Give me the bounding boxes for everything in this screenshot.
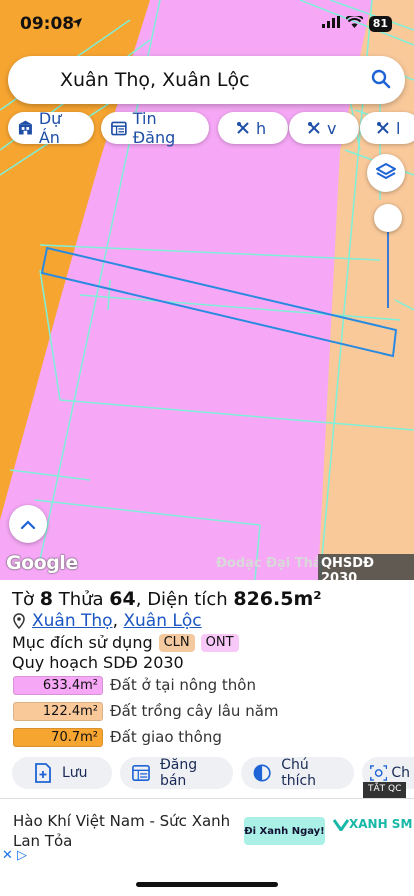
- ad-brand-logo: XANH SM: [332, 817, 413, 833]
- legend-button[interactable]: Chú thích: [241, 757, 354, 789]
- plan-label: Đất trồng cây lâu năm: [110, 702, 279, 720]
- camera-icon: [370, 765, 388, 781]
- save-button[interactable]: Lưu: [12, 757, 112, 789]
- parcel-title: Tờ 8 Thửa 64, Diện tích 826.5m²: [12, 588, 322, 610]
- chip-label: Dự Án: [38, 109, 62, 147]
- plan-area: 70.7m²: [13, 727, 103, 747]
- brand-mark-icon: [332, 818, 350, 833]
- district-link[interactable]: Xuân Lộc: [123, 611, 201, 631]
- tools-icon: [377, 122, 389, 134]
- wifi-icon: [344, 14, 364, 33]
- plan-item-perennial: 122.4m² Đất trồng cây lâu năm: [13, 701, 279, 721]
- location-pin-icon: [13, 613, 25, 629]
- plan-label: Đất ở tại nông thôn: [110, 676, 256, 694]
- chevron-up-icon: [21, 519, 35, 529]
- parcel-location: Xuân Thọ , Xuân Lộc: [12, 611, 202, 631]
- commune-link[interactable]: Xuân Thọ: [32, 611, 113, 631]
- sheet-label: Tờ: [12, 589, 35, 610]
- plan-item-traffic: 70.7m² Đất giao thông: [13, 727, 222, 747]
- location-arrow-icon: [71, 16, 83, 34]
- land-use-purpose: Mục đích sử dụng CLN ONT: [12, 633, 239, 652]
- signal-icon: [321, 15, 340, 33]
- post-sale-label: Đăng bán: [159, 757, 198, 789]
- sheet-number: 8: [39, 588, 53, 610]
- lot-label: Thửa: [58, 589, 104, 610]
- status-time: 09:08: [20, 14, 75, 34]
- status-icons: 81: [321, 14, 392, 33]
- chip-du-an[interactable]: Dự Án: [8, 109, 94, 147]
- chip-v[interactable]: v: [289, 112, 359, 144]
- plan-heading: Quy hoạch SDĐ 2030: [12, 653, 184, 672]
- parcel-info-panel: Tờ 8 Thửa 64, Diện tích 826.5m² Xuân Thọ…: [0, 580, 414, 798]
- chip-label: h: [256, 118, 267, 138]
- ad-choices-icon[interactable]: ✕ ▷: [2, 848, 27, 863]
- close-ad-button[interactable]: TẮT QC: [363, 782, 407, 798]
- tools-icon: [237, 122, 249, 134]
- newspaper-icon: [111, 121, 127, 135]
- map-watermark: Đodạc Đại Thắn: [216, 556, 331, 571]
- purpose-tag-cln: CLN: [158, 633, 195, 652]
- legend-label: Chú thích: [281, 757, 317, 789]
- map-view[interactable]: 09:08 81 Xuân Thọ, Xuân Lộc Dự Án Tin Đă…: [0, 0, 414, 580]
- purpose-tag-ont: ONT: [200, 633, 239, 652]
- plan-area: 633.4m²: [13, 675, 103, 695]
- screenshot-label: Ch: [391, 765, 410, 781]
- area-label: , Diện tích: [135, 589, 228, 610]
- brand-name: XANH SM: [349, 817, 413, 831]
- chip-tin-dang[interactable]: Tin Đăng: [101, 109, 209, 147]
- building-icon: [18, 120, 32, 135]
- google-logo: Google: [6, 552, 78, 574]
- lot-number: 64: [109, 588, 136, 610]
- home-indicator[interactable]: [136, 882, 278, 887]
- expand-panel-button[interactable]: [9, 505, 47, 543]
- layers-button[interactable]: [367, 154, 405, 192]
- chip-label: l: [396, 118, 401, 138]
- parcel-area: 826.5m²: [233, 588, 322, 610]
- chip-label: v: [327, 118, 337, 138]
- chip-l[interactable]: l: [360, 112, 414, 144]
- planning-layer-badge: QHSDĐ 2030: [318, 554, 414, 580]
- contrast-icon: [253, 764, 271, 782]
- battery-icon: 81: [368, 16, 392, 32]
- status-bar: 09:08 81: [0, 0, 414, 48]
- chip-label: Tin Đăng: [132, 109, 176, 147]
- newspaper-icon: [132, 765, 150, 781]
- post-sale-button[interactable]: Đăng bán: [120, 757, 233, 789]
- search-icon[interactable]: [371, 69, 391, 94]
- opacity-slider-handle[interactable]: [374, 204, 402, 232]
- purpose-label: Mục đích sử dụng: [12, 633, 153, 652]
- search-input[interactable]: Xuân Thọ, Xuân Lộc: [60, 69, 250, 91]
- save-label: Lưu: [62, 765, 88, 781]
- plan-label: Đất giao thông: [110, 728, 222, 746]
- plan-area: 122.4m²: [13, 701, 103, 721]
- tools-icon: [308, 122, 320, 134]
- layers-icon: [376, 163, 396, 179]
- ad-banner[interactable]: Hào Khí Việt Nam - Sức Xanh Lan Tỏa Đi X…: [0, 798, 414, 862]
- ad-cta-button[interactable]: Đi Xanh Ngay!: [244, 817, 325, 845]
- save-doc-icon: [35, 763, 51, 783]
- chip-h[interactable]: h: [218, 112, 288, 144]
- ad-headline[interactable]: Hào Khí Việt Nam - Sức Xanh Lan Tỏa: [13, 811, 238, 851]
- search-bar[interactable]: Xuân Thọ, Xuân Lộc: [8, 56, 405, 104]
- plan-item-residential: 633.4m² Đất ở tại nông thôn: [13, 675, 256, 695]
